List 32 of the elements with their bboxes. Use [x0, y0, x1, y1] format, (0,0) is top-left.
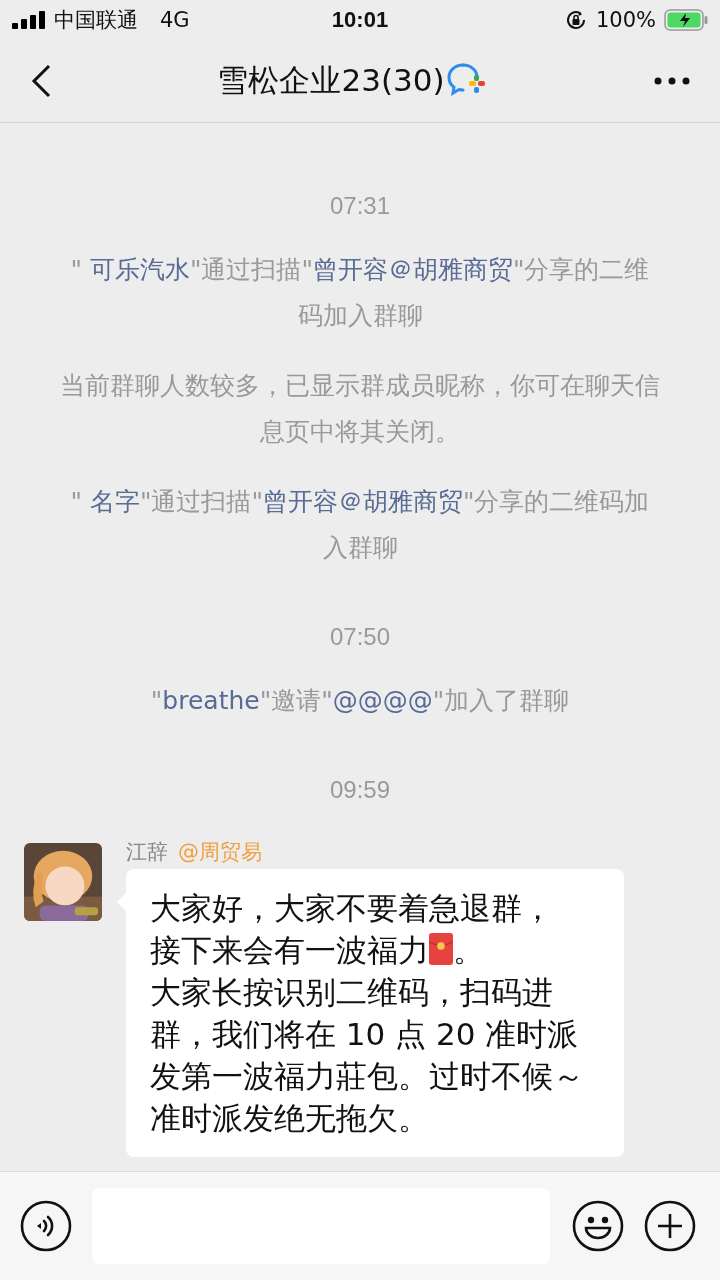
system-message: " 可乐汽水"通过扫描"曾开容＠胡雅商贸"分享的二维码加入群聊 — [69, 254, 651, 332]
signal-icon — [12, 11, 46, 29]
voice-icon[interactable] — [20, 1200, 72, 1252]
sender-org: @周贸易 — [178, 840, 262, 864]
message-text: 大家长按识别二维码，扫码进群，我们将在 10 点 20 准时派发第一波福力莊包。过时不候～准时派发绝无拖欠。 — [150, 974, 584, 1136]
envelope-icon — [429, 933, 453, 965]
battery-icon — [664, 9, 708, 31]
emoji-icon[interactable] — [572, 1200, 624, 1252]
battery-percent: 100% — [595, 8, 656, 32]
member-name-link[interactable]: 曾开容＠胡雅商贸 — [262, 487, 463, 516]
network-type: 4G — [160, 8, 190, 32]
member-name-link[interactable]: 曾开容＠胡雅商贸 — [312, 255, 513, 284]
member-name-link[interactable]: 可乐汽水 — [89, 255, 190, 284]
timestamp: 07:50 — [329, 622, 391, 652]
more-icon[interactable] — [654, 77, 690, 85]
timestamp: 09:59 — [329, 775, 391, 805]
system-message: 当前群聊人数较多，已显示群成员昵称，你可在聊天信息页中将其关闭。 — [60, 370, 660, 448]
member-name-link[interactable]: breathe — [162, 686, 260, 715]
member-name-link[interactable]: @@@@ — [332, 686, 433, 715]
system-message: " 名字"通过扫描"曾开容＠胡雅商贸"分享的二维码加入群聊 — [69, 486, 651, 564]
message-text: 接下来会有一波福力 — [150, 932, 429, 968]
sender-name: 江辞 — [126, 840, 168, 864]
system-message: "breathe"邀请"@@@@"加入了群聊 — [150, 685, 570, 717]
carrier-name: 中国联通 — [54, 7, 138, 34]
status-time: 10:01 — [331, 7, 389, 33]
chat-title: 雪松企业23(30) — [217, 61, 445, 100]
add-icon[interactable] — [644, 1200, 696, 1252]
timestamp: 07:31 — [329, 191, 391, 221]
member-name-link[interactable]: 名字 — [89, 487, 140, 516]
message-text: 。 — [453, 932, 484, 968]
back-icon[interactable] — [30, 64, 52, 98]
message-text: 大家好，大家不要着急退群， — [150, 890, 553, 926]
